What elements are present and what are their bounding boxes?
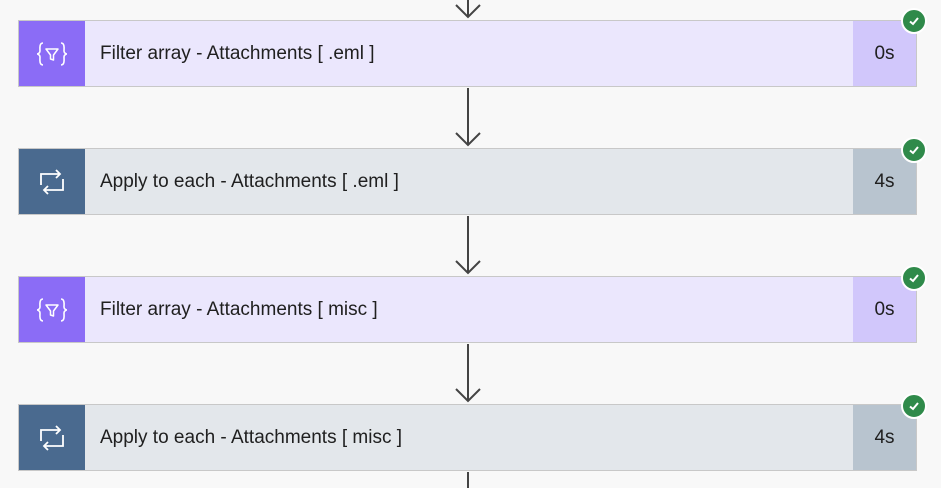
filter-array-icon: [19, 21, 85, 86]
step-card-apply-to-each-eml[interactable]: Apply to each - Attachments [ .eml ] 4s: [18, 148, 917, 215]
flow-connector-arrow: [452, 88, 484, 148]
success-check-icon: [901, 8, 927, 34]
step-title: Apply to each - Attachments [ misc ]: [100, 426, 403, 448]
step-title: Filter array - Attachments [ .eml ]: [100, 42, 375, 64]
success-check-icon: [901, 265, 927, 291]
success-check-icon: [901, 393, 927, 419]
step-title: Apply to each - Attachments [ .eml ]: [100, 170, 399, 192]
flow-connector-arrow: [452, 0, 484, 20]
filter-array-icon: [19, 277, 85, 342]
step-card-filter-array-misc[interactable]: Filter array - Attachments [ misc ] 0s: [18, 276, 917, 343]
success-check-icon: [901, 137, 927, 163]
flow-connector-arrow: [452, 344, 484, 404]
loop-icon: [19, 149, 85, 214]
flow-connector-arrow: [452, 216, 484, 276]
flow-connector-line: [452, 472, 484, 488]
step-card-filter-array-eml[interactable]: Filter array - Attachments [ .eml ] 0s: [18, 20, 917, 87]
loop-icon: [19, 405, 85, 470]
step-title: Filter array - Attachments [ misc ]: [100, 298, 378, 320]
step-card-apply-to-each-misc[interactable]: Apply to each - Attachments [ misc ] 4s: [18, 404, 917, 471]
